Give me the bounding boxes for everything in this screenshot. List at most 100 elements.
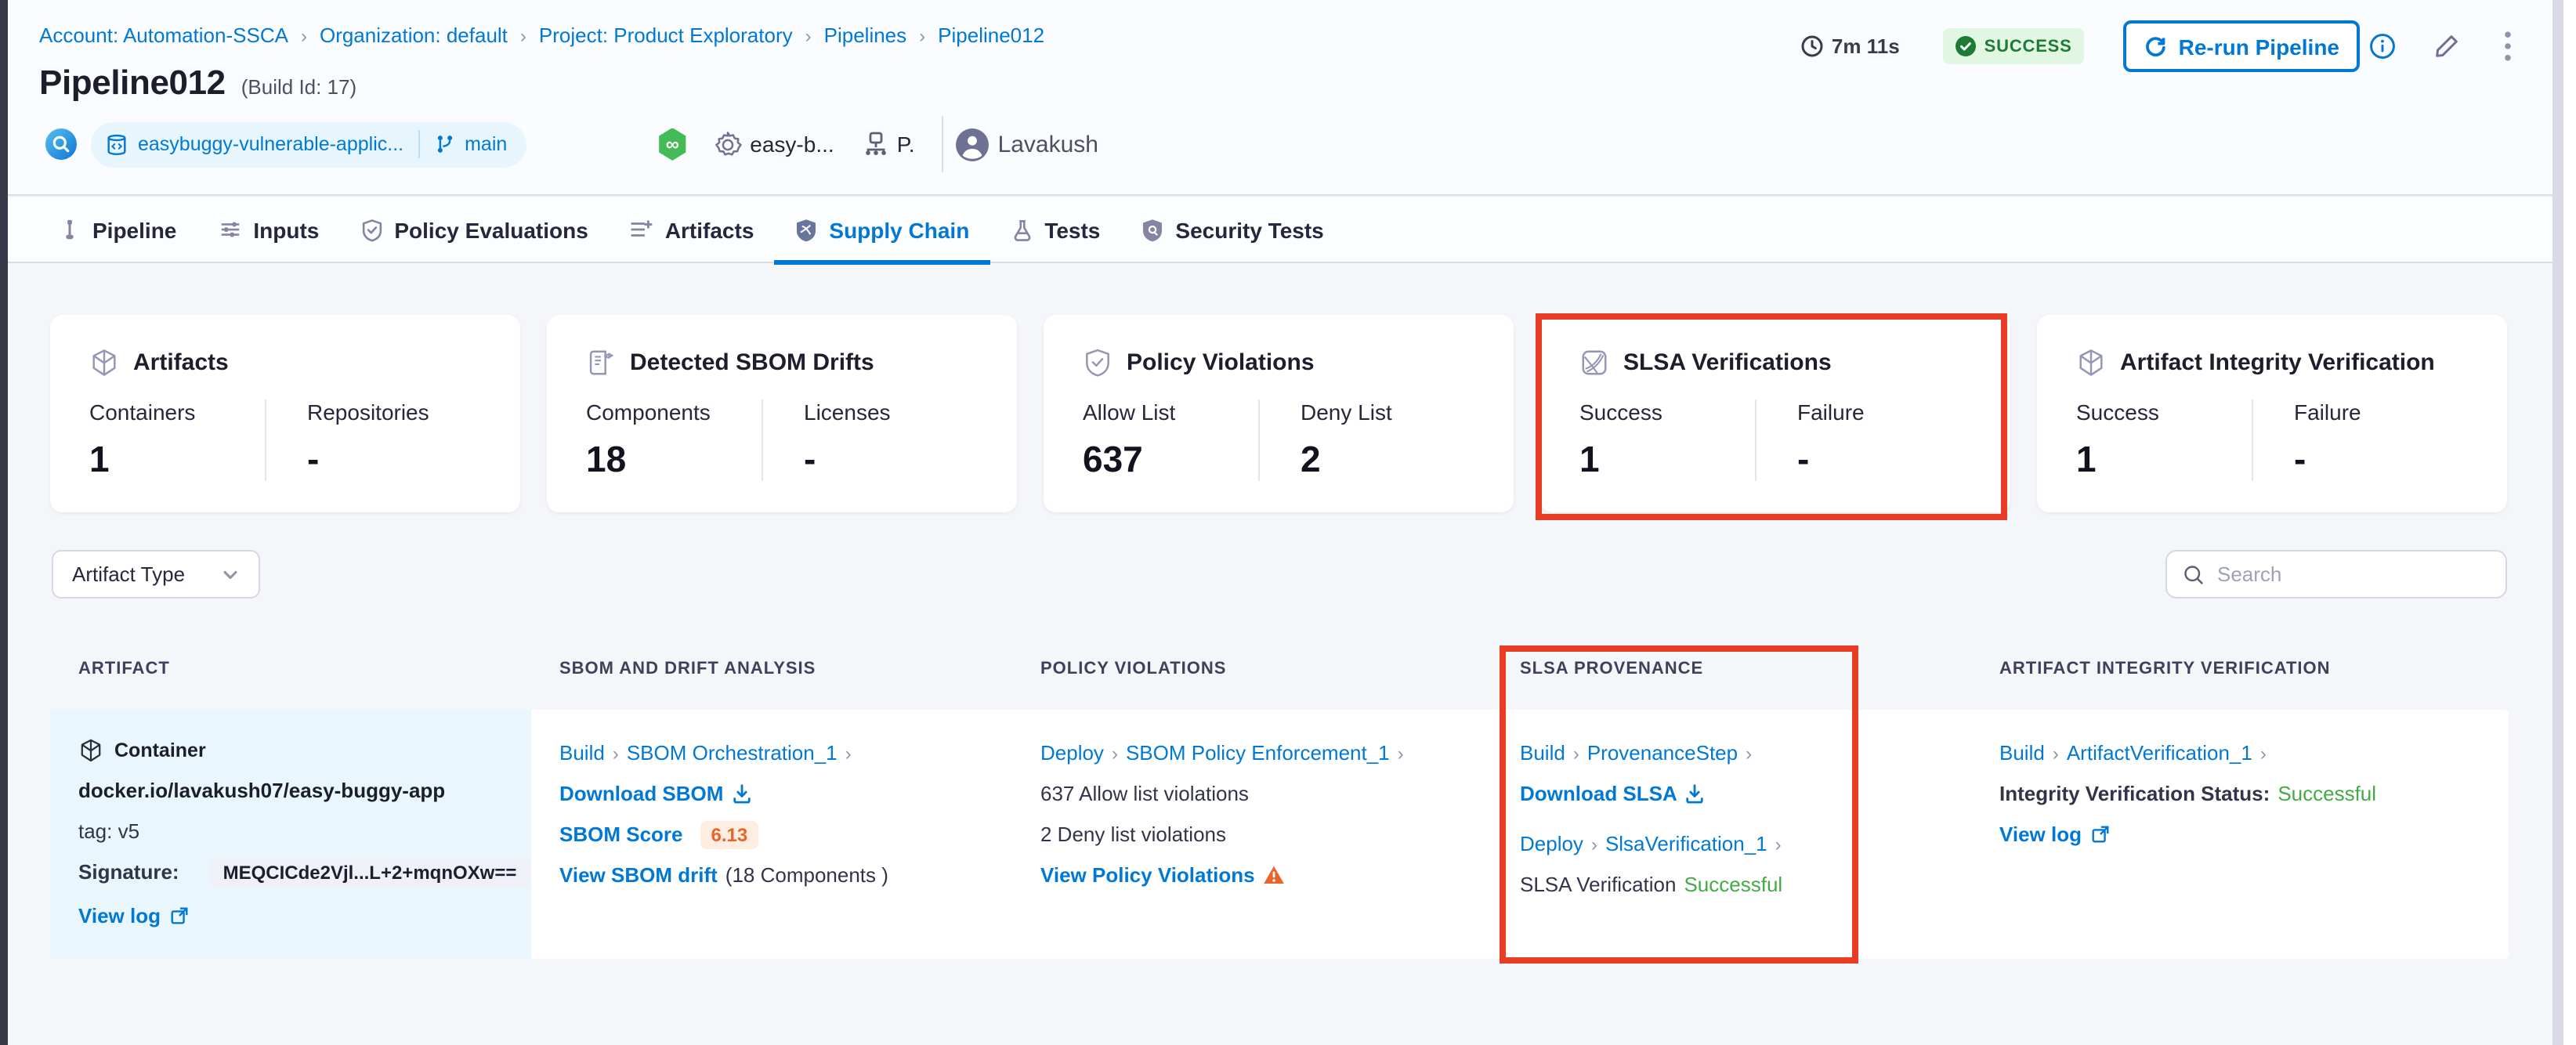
cube-icon: [2079, 349, 2103, 376]
git-branch-icon: [436, 136, 452, 153]
chevron-right-icon: ›: [805, 24, 812, 46]
download-icon[interactable]: [731, 783, 751, 804]
view-log-link[interactable]: View log: [78, 904, 161, 927]
sbom-score-badge: 6.13: [700, 820, 759, 848]
artifact-type-label: Container: [114, 739, 206, 761]
view-sbom-drift-link[interactable]: View SBOM drift: [559, 863, 718, 887]
clock-icon: [1801, 35, 1823, 57]
container-cube-icon: [81, 739, 101, 762]
cd-module-icon: ∞: [659, 128, 686, 161]
view-log-link[interactable]: View log: [1999, 823, 2082, 846]
artifact-name: docker.io/lavakush07/easy-buggy-app: [78, 779, 446, 802]
page-header: Account: Automation-SSCA › Organization: …: [8, 0, 2552, 196]
card-sbom-drifts: Detected SBOM Drifts Components 18 Licens…: [547, 315, 1017, 512]
branch-name: main: [465, 133, 508, 155]
tab-artifacts[interactable]: Artifacts: [609, 197, 775, 262]
artifact-tag: tag: v5: [78, 819, 140, 843]
breadcrumb-pipelines[interactable]: Pipelines: [824, 24, 907, 47]
chevron-right-icon: ›: [519, 24, 526, 46]
breadcrumb-account[interactable]: Account: Automation-SSCA: [39, 24, 288, 47]
shield-check-icon: [1086, 349, 1109, 377]
refresh-icon: [2146, 37, 2166, 57]
flask-icon: [1013, 219, 1030, 240]
breadcrumb: Account: Automation-SSCA › Organization: …: [39, 24, 1044, 47]
chevron-down-icon: [223, 570, 237, 579]
tab-policy-evaluations[interactable]: Policy Evaluations: [339, 197, 608, 262]
view-policy-violations-link[interactable]: View Policy Violations: [1040, 863, 1255, 887]
card-artifact-integrity: Artifact Integrity Verification Success 1…: [2037, 315, 2507, 512]
repository-icon: [107, 133, 126, 155]
annotation-box-slsa-column: [1500, 645, 1858, 964]
stage-link[interactable]: Build: [559, 741, 605, 765]
step-link[interactable]: SBOM Policy Enforcement_1: [1126, 741, 1390, 765]
artifact-table-row: Container docker.io/lavakush07/easy-bugg…: [50, 710, 2509, 959]
scrollbar[interactable]: [2552, 0, 2576, 1045]
stage-link[interactable]: Deploy: [1040, 741, 1104, 765]
signature-value: MEQCICde2Vjl...L+2+mqnOXw==: [208, 858, 531, 886]
rerun-pipeline-button[interactable]: Re-run Pipeline: [2123, 20, 2360, 72]
integrity-status-label: Integrity Verification Status:: [1999, 782, 2270, 805]
pipeline-icon: [66, 219, 74, 240]
pipeline-tabs: Pipeline Inputs Policy Evaluations Artif…: [8, 197, 2552, 264]
table-header: ARTIFACT SBOM AND DRIFT ANALYSIS POLICY …: [78, 660, 2331, 678]
breadcrumb-org[interactable]: Organization: default: [320, 24, 508, 47]
supply-chain-shield-icon: [797, 219, 816, 241]
chevron-right-icon: ›: [919, 24, 926, 46]
security-shield-icon: [1143, 219, 1163, 241]
signature-label: Signature:: [78, 860, 179, 884]
annotation-box-slsa-card: [1536, 313, 2007, 520]
info-icon[interactable]: [2369, 33, 2396, 60]
step-link[interactable]: SBOM Orchestration_1: [627, 741, 838, 765]
check-circle-icon: [1956, 36, 1977, 56]
duration: 7m 11s: [1800, 34, 1900, 58]
tab-supply-chain[interactable]: Supply Chain: [774, 197, 991, 264]
pipeline-title: Pipeline012: [39, 63, 226, 102]
scrollbar-thumb[interactable]: [2552, 0, 2563, 1045]
external-link-icon[interactable]: [168, 906, 189, 926]
service-gear-icon: [715, 131, 742, 155]
artifact-type-select[interactable]: Artifact Type: [52, 550, 260, 598]
supply-chain-content: Artifacts Containers 1 Repositories - Dete…: [8, 265, 2552, 1045]
tab-tests[interactable]: Tests: [990, 197, 1120, 262]
shield-check-icon: [362, 219, 382, 241]
build-id: (Build Id: 17): [241, 75, 357, 99]
breadcrumb-current[interactable]: Pipeline012: [938, 24, 1044, 47]
sbom-cell: Build › SBOM Orchestration_1 › Download SB…: [559, 741, 888, 887]
repo-branch-pill[interactable]: easybuggy-vulnerable-applic... main: [91, 121, 526, 167]
deny-list-violations: 2 Deny list violations: [1040, 823, 1226, 846]
more-options-icon[interactable]: [2504, 31, 2512, 61]
sbom-document-icon: [589, 350, 614, 375]
card-policy-violations: Policy Violations Allow List 637 Deny Lis…: [1044, 315, 1514, 512]
repo-name: easybuggy-vulnerable-applic...: [138, 133, 404, 155]
tab-inputs[interactable]: Inputs: [197, 197, 339, 262]
sbom-score-link[interactable]: SBOM Score: [559, 823, 683, 846]
artifact-cell: Container docker.io/lavakush07/easy-bugg…: [50, 710, 531, 959]
search-input[interactable]: [2217, 562, 2468, 586]
divider: [418, 130, 420, 158]
service-name[interactable]: easy-b...: [750, 132, 834, 157]
environment-name[interactable]: P.: [897, 132, 915, 157]
environment-icon: [866, 132, 887, 155]
chevron-right-icon: ›: [300, 24, 307, 46]
search-box[interactable]: [2165, 550, 2507, 598]
breadcrumb-project[interactable]: Project: Product Exploratory: [539, 24, 793, 47]
stage-link[interactable]: Build: [1999, 741, 2045, 765]
ci-module-icon: [45, 128, 77, 160]
triggered-by-user: Lavakush: [997, 131, 1098, 157]
cube-icon: [92, 349, 116, 376]
search-icon: [2184, 565, 2203, 584]
divider: [941, 116, 943, 172]
collapsed-nav-edge: [0, 0, 8, 1045]
step-link[interactable]: ArtifactVerification_1: [2067, 741, 2252, 765]
download-sbom-link[interactable]: Download SBOM: [559, 782, 723, 805]
summary-cards: Artifacts Containers 1 Repositories - Dete…: [50, 315, 2507, 512]
tab-pipeline[interactable]: Pipeline: [38, 197, 197, 262]
edit-pencil-icon[interactable]: [2433, 33, 2460, 60]
policy-cell: Deploy › SBOM Policy Enforcement_1 › 637 A…: [1012, 710, 1492, 959]
tab-security-tests[interactable]: Security Tests: [1120, 197, 1344, 262]
integrity-status-value: Successful: [2278, 782, 2377, 805]
warning-icon: [1263, 866, 1284, 884]
status-badge: SUCCESS: [1943, 28, 2085, 64]
artifacts-list-icon: [631, 220, 653, 237]
external-link-icon[interactable]: [2089, 824, 2110, 844]
